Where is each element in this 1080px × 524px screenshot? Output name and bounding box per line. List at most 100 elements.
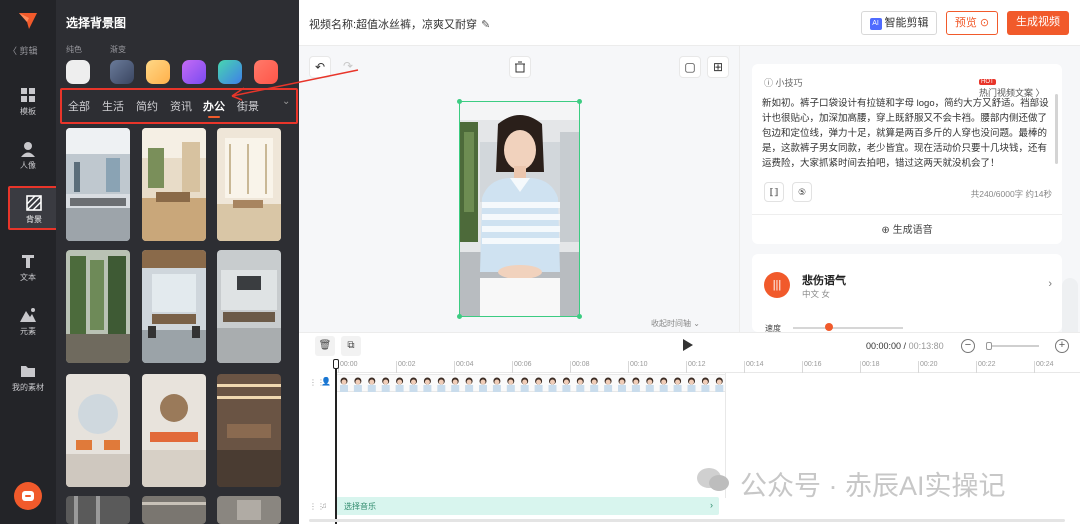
play-icon[interactable] [683,339,693,351]
clip-frame [534,377,543,392]
timeline-controls: 🗑 ⧉ 00:00:00 / 00:13:80 − + [299,333,1080,359]
background-thumbnail[interactable] [217,374,281,487]
insert-pause-icon[interactable]: ⟦⟧ [764,182,784,202]
tab-life[interactable]: 生活 [102,98,124,114]
wechat-logo-icon [697,468,729,491]
ai-edit-button[interactable]: AI 智能剪辑 [861,11,937,35]
speed-slider-track[interactable] [793,327,903,329]
resize-handle[interactable] [577,314,582,319]
tab-simple[interactable]: 简约 [136,98,158,114]
plus-circle-icon: ⊕ [881,225,890,236]
layout-icon[interactable]: ⊞ [707,56,729,78]
hot-badge-icon: HOT [979,79,996,85]
zoom-in-icon[interactable]: + [1055,339,1069,353]
clip-frame [673,377,682,392]
clip-frame [604,377,613,392]
clip-frame [465,377,474,392]
collapse-timeline-label: 收起时间轴 [651,319,691,328]
background-thumbnail[interactable] [217,496,281,524]
chevron-right-icon[interactable]: › [710,500,713,510]
background-thumbnail[interactable] [66,250,130,363]
chevron-right-icon[interactable]: › [1048,278,1052,290]
video-name-value[interactable]: 超值冰丝裤，凉爽又耐穿 [356,19,477,31]
zoom-slider-knob[interactable] [986,342,992,350]
swatch-gradient-yellow[interactable] [146,60,170,84]
rail-item-label: 模板 [20,107,36,116]
rail-item-background[interactable]: 背景 [8,186,60,230]
voice-card[interactable]: ||| 悲伤语气 中文 女 › [752,254,1062,332]
generate-voice-button[interactable]: ⊕ 生成语音 [752,214,1062,246]
back-to-edit-link[interactable]: 〈 剪辑 [8,44,38,57]
speed-slider-knob[interactable] [825,323,833,331]
tab-all[interactable]: 全部 [68,98,90,114]
playhead[interactable] [335,361,337,524]
rail-item-portrait[interactable]: 人像 [0,134,56,178]
preview-button[interactable]: 预览 ⊙ [946,11,998,35]
sound-wave-icon: ||| [764,272,790,298]
clip-frame [701,377,710,392]
app-window: 〈 剪辑 模板 人像 背景 文本 元素 我的素材 选择背景图 纯色 渐变 全部 … [0,0,1080,524]
avatar-video-track[interactable] [336,374,726,392]
rail-item-template[interactable]: 模板 [0,80,56,124]
background-thumbnail[interactable] [142,496,206,524]
music-note-icon: ♫ [321,501,327,510]
rail-item-my-assets[interactable]: 我的素材 [0,356,56,400]
clip-frame [562,377,571,392]
edit-pencil-icon[interactable]: ✎ [481,18,490,31]
select-music-label: 选择音乐 [344,502,376,511]
delete-icon[interactable] [509,56,531,78]
timeline-scrollbar[interactable] [309,519,1065,522]
clip-frame [715,377,724,392]
rail-item-text[interactable]: 文本 [0,246,56,290]
clip-frame [492,377,501,392]
generate-video-button[interactable]: 生成视频 [1007,11,1069,35]
ruler-tick: 00:06 [512,361,532,373]
script-card: ⓘ 小技巧 HOT热门视频文案 〉 新如初。裤子口袋设计有拉链和字母 logo，… [752,64,1062,244]
ruler-tick: 00:08 [570,361,590,373]
support-icon[interactable] [14,482,42,510]
background-thumbnail[interactable] [66,128,130,241]
swatch-solid-white[interactable] [66,60,90,84]
time-ruler[interactable]: 00:00 00:02 00:04 00:06 00:08 00:10 00:12 00:14… [336,361,1080,373]
resize-handle[interactable] [457,314,462,319]
background-thumbnail[interactable] [142,374,206,487]
app-logo-icon [19,13,37,29]
collapse-timeline-button[interactable]: 收起时间轴 ⌄ [651,318,700,329]
background-thumbnail[interactable] [66,374,130,487]
rail-item-element[interactable]: 元素 [0,300,56,344]
clip-frame [645,377,654,392]
resize-handle[interactable] [457,99,462,104]
canvas-area: ↶ ↷ ▢ ⊞ 收起时间轴 ⌄ [299,46,739,332]
background-thumbnail[interactable] [217,128,281,241]
ruler-tick: 00:02 [396,361,416,373]
polyphone-icon[interactable]: ⑤ [792,182,812,202]
swatch-gradient-purple[interactable] [182,60,206,84]
script-scrollbar[interactable] [1055,94,1058,164]
clip-frame [687,377,696,392]
ruler-tick: 00:24 [1034,361,1054,373]
zoom-slider-track[interactable] [987,345,1039,347]
background-thumbnail[interactable] [142,250,206,363]
copy-icon[interactable]: ⧉ [341,336,361,356]
swatch-gradient-slate[interactable] [110,60,134,84]
timeline-delete-icon[interactable]: 🗑 [315,336,335,356]
ruler-tick: 00:04 [454,361,474,373]
time-display: 00:00:00 / 00:13:80 [866,341,944,351]
video-preview[interactable] [459,101,580,317]
ruler-tick: 00:22 [976,361,996,373]
background-thumbnail[interactable] [217,250,281,363]
resize-handle[interactable] [577,99,582,104]
script-textarea[interactable]: 新如初。裤子口袋设计有拉链和字母 logo，简约大方又舒适。裆部设计也很贴心，加… [762,96,1052,171]
clip-frame [423,377,432,392]
background-thumbnail[interactable] [142,128,206,241]
right-panel: ⓘ 小技巧 HOT热门视频文案 〉 新如初。裤子口袋设计有拉链和字母 logo，… [739,46,1080,346]
ruler-tick: 00:10 [628,361,648,373]
music-track[interactable]: 选择音乐 › [336,497,719,515]
left-rail: 〈 剪辑 模板 人像 背景 文本 元素 我的素材 [0,0,60,524]
fit-screen-icon[interactable]: ▢ [679,56,701,78]
annotation-arrow-icon [231,69,359,101]
zoom-out-icon[interactable]: − [961,339,975,353]
tab-news[interactable]: 资讯 [170,98,192,114]
background-thumbnail[interactable] [66,496,130,524]
playhead-handle[interactable] [333,359,339,369]
